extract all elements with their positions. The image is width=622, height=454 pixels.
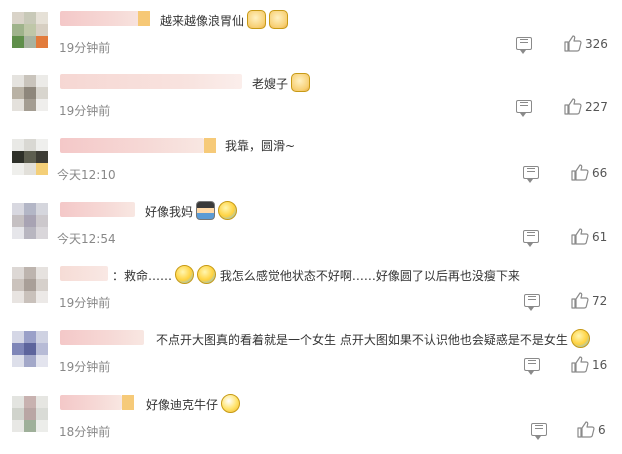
- like-count: 326: [585, 37, 608, 51]
- avatar[interactable]: [12, 75, 48, 111]
- like-count: 61: [592, 230, 608, 244]
- comment-time: 18分钟前: [59, 425, 111, 439]
- username[interactable]: [60, 202, 135, 217]
- comment-text: 我靠，圆滑~: [225, 137, 295, 155]
- comment-text-body: 好像迪克牛仔: [146, 398, 219, 412]
- comment-item: 老嫂子 19分钟前 227: [0, 69, 622, 133]
- comment-time: 19分钟前: [59, 104, 111, 118]
- cry-emoji-icon: [197, 265, 217, 284]
- reply-icon[interactable]: [523, 166, 539, 183]
- comment-time: 19分钟前: [59, 360, 111, 374]
- like-thumb-icon[interactable]: [571, 164, 589, 181]
- comment-text-body: 好像我妈: [145, 205, 194, 219]
- facepalm-emoji-icon: [570, 329, 590, 348]
- username[interactable]: [60, 11, 150, 26]
- comment-item: ：救命…… 我怎么感觉他状态不好啊……好像圆了以后再也没瘦下来 19分钟前 72: [0, 261, 622, 325]
- avatar[interactable]: [12, 267, 48, 303]
- comment-text-prefix: ：救命……: [112, 269, 173, 283]
- grin-emoji-icon: [221, 394, 241, 413]
- comment-text-body: 老嫂子: [252, 77, 289, 91]
- comment-time: 19分钟前: [59, 296, 111, 310]
- like-thumb-icon[interactable]: [571, 356, 589, 373]
- reply-icon[interactable]: [531, 423, 547, 440]
- comment-text: 好像迪克牛仔: [146, 394, 241, 414]
- reply-icon[interactable]: [523, 230, 539, 247]
- comment-text: 越来越像浪胃仙: [160, 10, 289, 30]
- like-thumb-icon[interactable]: [571, 228, 589, 245]
- reply-icon[interactable]: [524, 358, 540, 375]
- username[interactable]: [60, 330, 144, 345]
- comment-text: ：救命…… 我怎么感觉他状态不好啊……好像圆了以后再也没瘦下来: [112, 265, 520, 285]
- person-emoji-icon: [196, 201, 216, 220]
- username-badge: [204, 138, 216, 153]
- avatar[interactable]: [12, 331, 48, 367]
- comment-text-body: 越来越像浪胃仙: [160, 14, 245, 28]
- reply-icon[interactable]: [516, 37, 532, 54]
- comment-time: 19分钟前: [59, 41, 111, 55]
- like-count: 16: [592, 358, 608, 372]
- comment-item: 不点开大图真的看着就是一个女生 点开大图如果不认识他也会疑惑是不是女生 19分钟…: [0, 325, 622, 389]
- like-thumb-icon[interactable]: [564, 35, 582, 52]
- avatar[interactable]: [12, 396, 48, 432]
- avatar[interactable]: [12, 139, 48, 175]
- laugh-cry-emoji-icon: [218, 201, 238, 220]
- cry-emoji-icon: [175, 265, 195, 284]
- username[interactable]: [60, 138, 204, 153]
- comment-time: 今天12:10: [57, 168, 116, 182]
- reply-icon[interactable]: [524, 294, 540, 311]
- comment-text: 老嫂子: [252, 73, 311, 93]
- comment-time: 今天12:54: [57, 232, 116, 246]
- comment-item: 好像我妈 今天12:54 61: [0, 197, 622, 261]
- username[interactable]: [60, 266, 108, 281]
- comment-text: 好像我妈: [145, 201, 238, 221]
- avatar[interactable]: [12, 203, 48, 239]
- like-thumb-icon[interactable]: [571, 292, 589, 309]
- comment-text-body: 我靠，圆滑~: [225, 139, 296, 153]
- dog-emoji-icon: [291, 73, 311, 92]
- comment-text-body: 不点开大图真的看着就是一个女生 点开大图如果不认识他也会疑惑是不是女生: [156, 333, 568, 347]
- comment-item: 我靠，圆滑~ 今天12:10 66: [0, 133, 622, 197]
- like-count: 227: [585, 100, 608, 114]
- dog-emoji-icon: [269, 10, 289, 29]
- comment-item: 好像迪克牛仔 18分钟前 6: [0, 390, 622, 454]
- reply-icon[interactable]: [516, 100, 532, 117]
- like-count: 72: [592, 294, 608, 308]
- like-count: 66: [592, 166, 608, 180]
- comment-text-body: 我怎么感觉他状态不好啊……好像圆了以后再也没瘦下来: [219, 269, 520, 283]
- username-badge: [138, 11, 150, 26]
- comment-item: 越来越像浪胃仙 19分钟前 326: [0, 6, 622, 70]
- username[interactable]: [60, 395, 122, 410]
- like-count: 6: [598, 423, 606, 437]
- like-thumb-icon[interactable]: [577, 421, 595, 438]
- username[interactable]: [60, 74, 242, 89]
- username-badge: [122, 395, 134, 410]
- avatar[interactable]: [12, 12, 48, 48]
- dog-emoji-icon: [247, 10, 267, 29]
- like-thumb-icon[interactable]: [564, 98, 582, 115]
- comment-text: 不点开大图真的看着就是一个女生 点开大图如果不认识他也会疑惑是不是女生: [156, 329, 590, 349]
